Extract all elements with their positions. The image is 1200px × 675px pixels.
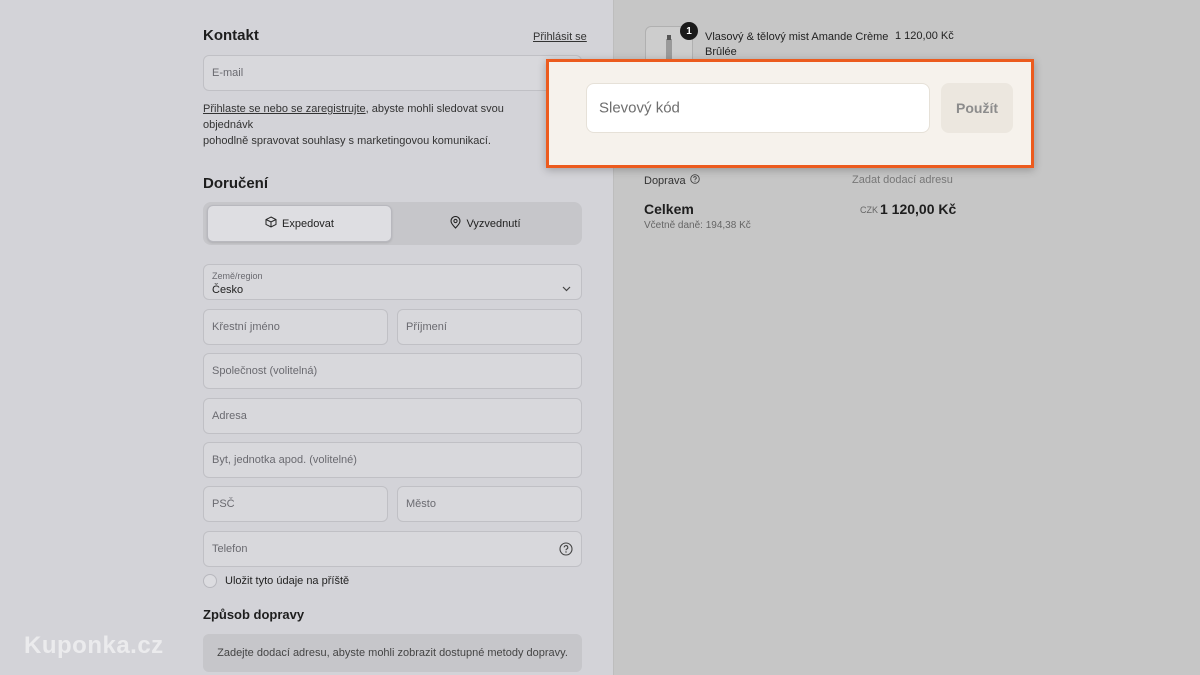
tab-ship-label: Expedovat (282, 217, 334, 230)
product-name: Vlasový & tělový mist Amande Crème Brûlé… (705, 31, 889, 58)
tab-ship[interactable]: Expedovat (207, 205, 392, 242)
country-select[interactable]: Země/region Česko (203, 264, 582, 300)
delivery-heading: Doručení (203, 175, 269, 192)
last-name-placeholder: Příjmení (406, 321, 447, 333)
city-placeholder: Město (406, 498, 436, 510)
country-label: Země/region (212, 271, 263, 281)
chevron-down-icon (562, 279, 571, 297)
delivery-mode-toggle: Expedovat Vyzvednutí (203, 202, 582, 245)
shipping-method-notice: Zadejte dodací adresu, abyste mohli zobr… (203, 634, 582, 672)
product-price: 1 120,00 Kč (895, 30, 954, 42)
apply-discount-button[interactable]: Použít (941, 83, 1013, 133)
city-field[interactable]: Město (397, 486, 582, 522)
shipping-method-heading: Způsob dopravy (203, 607, 305, 622)
total-value: 1 120,00 Kč (880, 201, 957, 217)
location-pin-icon (450, 215, 462, 232)
address-placeholder: Adresa (212, 410, 247, 422)
shipping-value: Zadat dodací adresu (852, 174, 953, 186)
address-field[interactable]: Adresa (203, 398, 582, 434)
login-link[interactable]: Přihlásit se (533, 31, 587, 43)
first-name-field[interactable]: Křestní jméno (203, 309, 388, 345)
tab-pickup[interactable]: Vyzvednutí (393, 205, 578, 242)
company-field[interactable]: Společnost (volitelná) (203, 353, 582, 389)
shipping-method-note: Zadejte dodací adresu, abyste mohli zobr… (217, 647, 568, 659)
quantity-badge: 1 (680, 22, 698, 40)
total-currency: CZK (860, 205, 878, 215)
postal-code-field[interactable]: PSČ (203, 486, 388, 522)
company-placeholder: Společnost (volitelná) (212, 365, 318, 377)
postal-code-placeholder: PSČ (212, 498, 235, 510)
total-label: Celkem (644, 201, 694, 217)
shipping-row-label: Doprava (644, 174, 700, 187)
discount-code-placeholder: Slevový kód (599, 99, 680, 117)
save-info-label: Uložit tyto údaje na příště (225, 575, 350, 587)
apartment-field[interactable]: Byt, jednotka apod. (volitelné) (203, 442, 582, 478)
last-name-field[interactable]: Příjmení (397, 309, 582, 345)
save-info-checkbox[interactable] (203, 574, 217, 588)
watermark-logo: Kuponka.cz (24, 632, 164, 659)
contact-heading: Kontakt (203, 27, 259, 44)
email-field[interactable]: E-mail (203, 55, 582, 91)
contact-note-line2: pohodlně spravovat souhlasy s marketingo… (203, 135, 491, 147)
help-circle-icon[interactable] (689, 174, 700, 187)
first-name-placeholder: Křestní jméno (212, 321, 280, 333)
apartment-placeholder: Byt, jednotka apod. (volitelné) (212, 454, 357, 466)
help-circle-icon[interactable] (559, 542, 573, 561)
phone-placeholder: Telefon (212, 543, 248, 555)
discount-code-highlight: Slevový kód Použít (546, 59, 1034, 168)
shipping-label: Doprava (644, 174, 686, 187)
box-icon (265, 216, 277, 231)
login-register-link[interactable]: Přihlaste se nebo se zaregistrujte (203, 103, 366, 115)
tax-note: Včetně daně: 194,38 Kč (644, 220, 751, 231)
tab-pickup-label: Vyzvednutí (466, 217, 521, 230)
email-placeholder: E-mail (212, 67, 244, 79)
discount-code-input[interactable]: Slevový kód (586, 83, 930, 133)
phone-field[interactable]: Telefon (203, 531, 582, 567)
country-value: Česko (212, 284, 244, 296)
contact-note: Přihlaste se nebo se zaregistrujte, abys… (203, 101, 548, 149)
